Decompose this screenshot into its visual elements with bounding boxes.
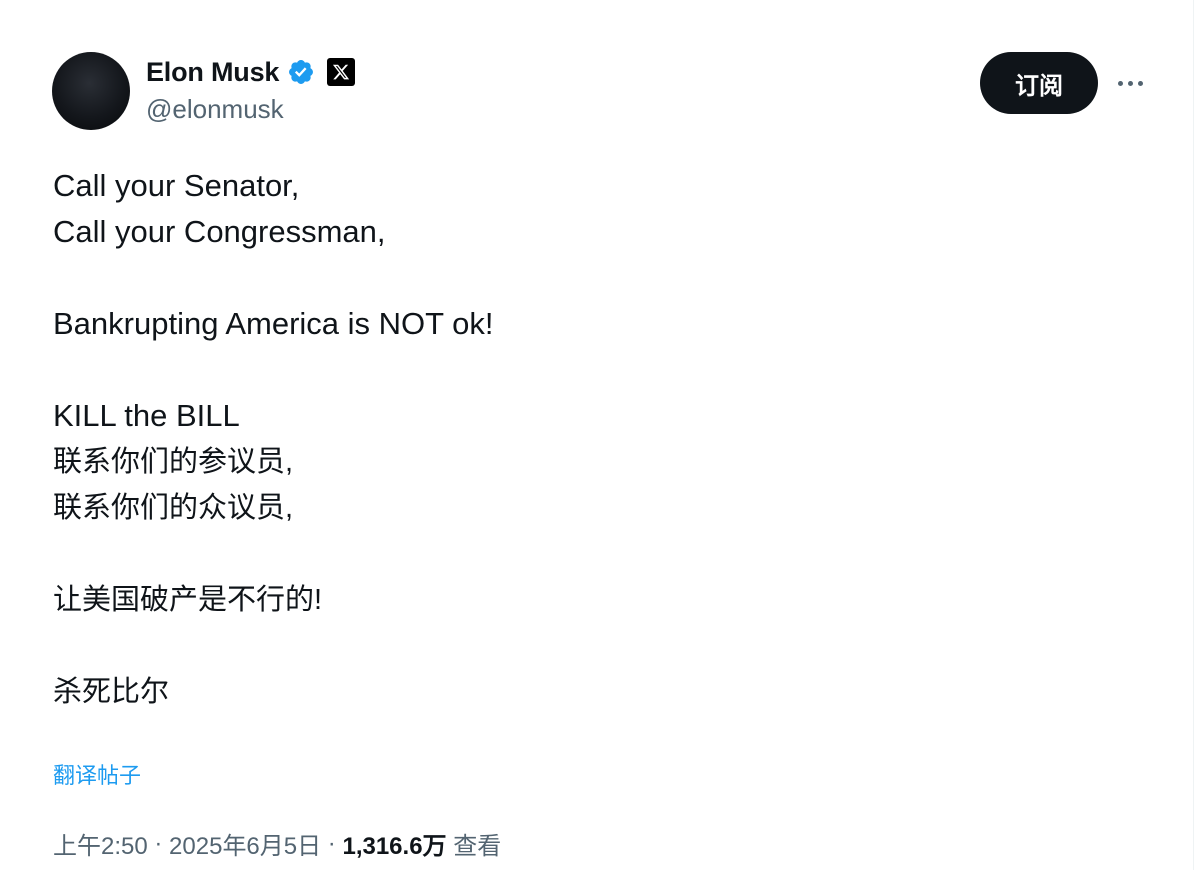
verified-badge-icon[interactable] [287, 58, 315, 86]
views-count[interactable]: 1,316.6万 [342, 826, 446, 861]
subscribe-button[interactable]: 订阅 [980, 52, 1098, 114]
tweet-page: Elon Musk @elonmusk 订阅 Call your Senator… [0, 0, 1200, 870]
tweet-line: 联系你们的众议员, [53, 492, 294, 524]
tweet-line: 让美国破产是不行的! [53, 584, 323, 616]
views-label[interactable]: 查看 [447, 826, 501, 861]
author-handle[interactable]: @elonmusk [146, 94, 284, 125]
translate-post-link[interactable]: 翻译帖子 [53, 758, 141, 790]
tweet-line: Call your Congressman, [53, 214, 386, 249]
tweet-time[interactable]: 上午2:50 [53, 826, 148, 861]
tweet-header: Elon Musk @elonmusk 订阅 [52, 50, 1152, 132]
tweet-line: 杀死比尔 [53, 676, 170, 708]
tweet-meta: 上午2:50 · 2025年6月5日 · 1,316.6万 查看 [53, 826, 501, 861]
avatar[interactable] [52, 52, 130, 130]
tweet-line: Bankrupting America is NOT ok! [53, 306, 494, 341]
tweet-date[interactable]: 2025年6月5日 [169, 826, 321, 861]
author-name-row: Elon Musk [146, 54, 356, 90]
tweet-line: 联系你们的参议员, [53, 446, 294, 478]
tweet-line: KILL the BILL [53, 398, 240, 433]
meta-separator: · [147, 829, 170, 857]
tweet-text: Call your Senator, Call your Congressman… [53, 163, 1133, 715]
more-horizontal-icon[interactable] [1112, 68, 1148, 98]
column-divider [1193, 0, 1194, 870]
x-logo-icon[interactable] [327, 58, 356, 86]
author-display-name[interactable]: Elon Musk [146, 57, 279, 88]
tweet-line: Call your Senator, [53, 168, 300, 203]
meta-separator: · [321, 829, 343, 857]
